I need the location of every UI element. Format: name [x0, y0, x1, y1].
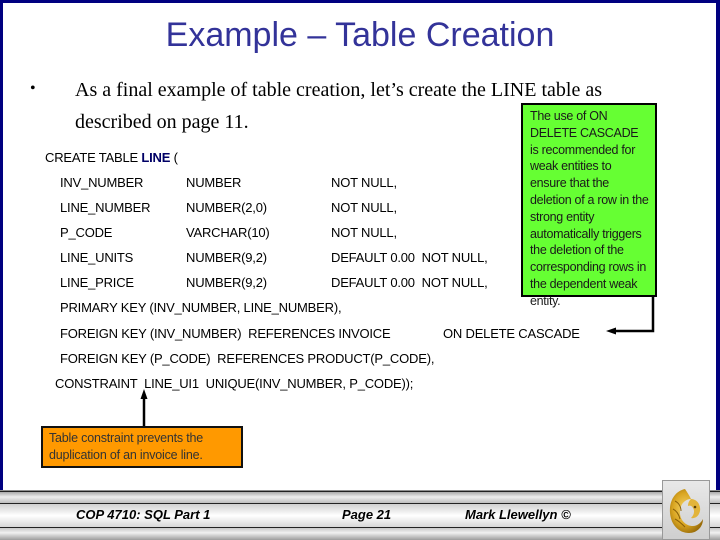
footer-divider — [0, 503, 720, 504]
bullet-icon: • — [30, 80, 36, 97]
sql-unique-constraint: CONSTRAINT LINE_UI1 UNIQUE(INV_NUMBER, P… — [55, 376, 414, 391]
footer-divider — [0, 491, 720, 492]
column-constraint: NOT NULL, — [331, 200, 397, 215]
slide-footer: COP 4710: SQL Part 1 Page 21 Mark Llewel… — [0, 490, 720, 540]
column-type: NUMBER(9,2) — [186, 275, 267, 290]
column-constraint: NOT NULL, — [331, 175, 397, 190]
table-constraint-callout: Table constraint prevents the duplicatio… — [41, 426, 243, 468]
column-name: LINE_PRICE — [60, 275, 134, 290]
column-type: VARCHAR(10) — [186, 225, 270, 240]
sql-on-delete-cascade: ON DELETE CASCADE — [443, 326, 580, 341]
footer-author: Mark Llewellyn © — [465, 507, 571, 522]
column-constraint: NOT NULL, — [331, 225, 397, 240]
column-name: P_CODE — [60, 225, 113, 240]
footer-band-top — [0, 492, 720, 503]
column-type: NUMBER(2,0) — [186, 200, 267, 215]
column-constraint: DEFAULT 0.00 NOT NULL, — [331, 275, 488, 290]
footer-page-number: Page 21 — [342, 507, 392, 522]
sql-foreign-key-product: FOREIGN KEY (P_CODE) REFERENCES PRODUCT(… — [60, 351, 435, 366]
ucf-logo — [662, 480, 710, 540]
column-name: LINE_UNITS — [60, 250, 134, 265]
slide-title: Example – Table Creation — [165, 16, 555, 54]
footer-course: COP 4710: SQL Part 1 — [76, 507, 211, 522]
sql-foreign-key-invoice: FOREIGN KEY (INV_NUMBER) REFERENCES INVO… — [60, 326, 391, 341]
column-constraint: DEFAULT 0.00 NOT NULL, — [331, 250, 488, 265]
pegasus-logo-icon — [669, 489, 703, 533]
sql-create-prefix: CREATE TABLE — [45, 150, 142, 165]
footer-band-bottom — [0, 528, 720, 540]
sql-create-line: CREATE TABLE LINE ( — [45, 150, 178, 165]
footer-divider — [0, 527, 720, 528]
column-type: NUMBER — [186, 175, 242, 190]
column-name: LINE_NUMBER — [60, 200, 151, 215]
sql-primary-key: PRIMARY KEY (INV_NUMBER, LINE_NUMBER), — [60, 300, 342, 315]
column-type: NUMBER(9,2) — [186, 250, 267, 265]
sql-table-name: LINE — [141, 150, 171, 165]
column-name: INV_NUMBER — [60, 175, 144, 190]
sql-create-suffix: ( — [170, 150, 178, 165]
on-delete-cascade-callout: The use of ON DELETE CASCADE is recommen… — [521, 103, 657, 308]
